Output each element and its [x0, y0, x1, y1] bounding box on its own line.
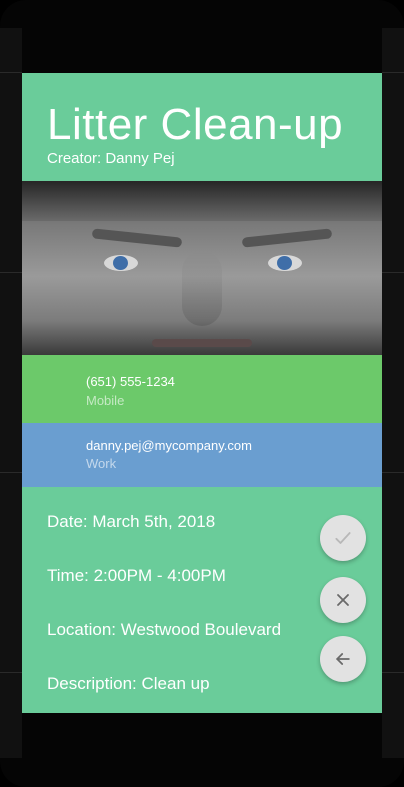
close-icon	[337, 594, 349, 606]
event-creator: Creator: Danny Pej	[47, 150, 175, 167]
email-contact-row[interactable]: danny.pej@mycompany.com Work	[22, 423, 382, 487]
decline-button[interactable]	[320, 577, 366, 623]
email-type-label: Work	[86, 456, 117, 471]
device-bezel-left	[0, 28, 22, 758]
photo-hair	[22, 181, 382, 221]
bezel-divider	[0, 72, 22, 73]
event-time: Time: 2:00PM - 4:00PM	[47, 566, 226, 585]
bezel-divider	[382, 472, 404, 473]
bezel-divider	[0, 472, 22, 473]
photo-iris	[113, 256, 128, 270]
creator-photo	[22, 181, 382, 355]
back-button[interactable]	[320, 636, 366, 682]
photo-mouth	[152, 339, 252, 347]
event-header: Litter Clean-up Creator: Danny Pej	[22, 73, 382, 181]
arrow-left-icon	[336, 653, 350, 665]
event-date: Date: March 5th, 2018	[47, 512, 216, 531]
device-frame: Litter Clean-up Creator: Danny Pej (651)…	[0, 0, 404, 787]
event-location: Location: Westwood Boulevard	[47, 620, 282, 639]
bezel-divider	[0, 272, 22, 273]
bezel-divider	[382, 272, 404, 273]
device-bezel-right	[382, 28, 404, 758]
photo-brow-right	[241, 228, 333, 248]
accept-button[interactable]	[320, 515, 366, 561]
event-title: Litter Clean-up	[47, 100, 344, 149]
event-detail-screen: Litter Clean-up Creator: Danny Pej (651)…	[22, 73, 382, 713]
photo-eye-right	[268, 255, 302, 271]
photo-brow-left	[91, 228, 183, 248]
bezel-divider	[0, 672, 22, 673]
phone-number: (651) 555-1234	[86, 374, 175, 389]
event-description: Description: Clean up	[47, 674, 210, 693]
phone-contact-row[interactable]: (651) 555-1234 Mobile	[22, 355, 382, 423]
photo-eye-left	[104, 255, 138, 271]
email-address: danny.pej@mycompany.com	[86, 438, 252, 453]
photo-nose	[182, 251, 222, 326]
check-icon	[335, 532, 351, 544]
photo-iris	[277, 256, 292, 270]
bezel-divider	[382, 72, 404, 73]
bezel-divider	[382, 672, 404, 673]
phone-type-label: Mobile	[86, 393, 125, 408]
